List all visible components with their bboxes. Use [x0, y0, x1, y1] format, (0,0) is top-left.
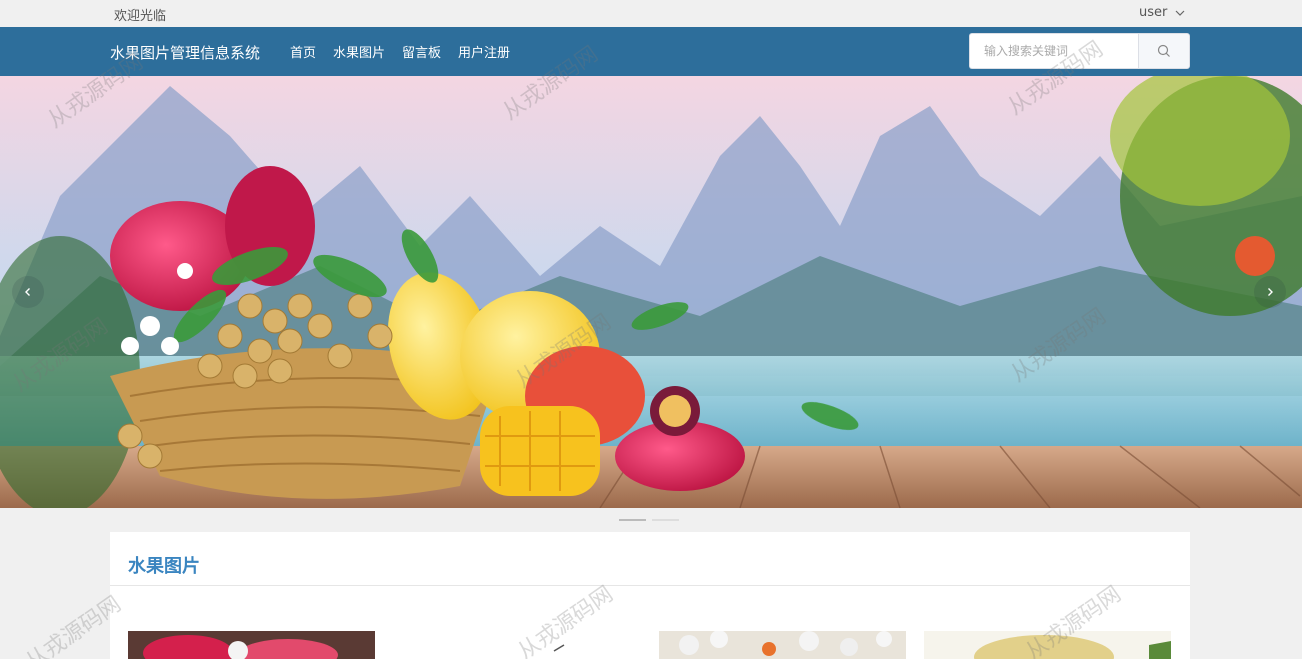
fruit-basket-banner-image: [0, 76, 1302, 508]
section-title: 水果图片: [128, 556, 200, 577]
fruit-image: [394, 631, 641, 659]
carousel-indicators: [619, 519, 679, 521]
nav-message-board[interactable]: 留言板: [402, 42, 441, 61]
nav-register[interactable]: 用户注册: [458, 42, 510, 61]
user-menu[interactable]: user: [1139, 5, 1187, 20]
main-navbar: 水果图片管理信息系统 首页 水果图片 留言板 用户注册: [0, 27, 1302, 76]
chevron-left-icon: [25, 288, 30, 296]
dragon-fruit-image: [128, 631, 375, 659]
fruit-images-section: 水果图片: [110, 532, 1190, 659]
longan-fruit-image: [659, 631, 906, 659]
chevron-right-icon: [1268, 288, 1273, 296]
pear-fruit-image: [924, 631, 1171, 659]
fruit-thumbnail[interactable]: [394, 631, 641, 659]
banner-carousel[interactable]: [0, 76, 1302, 508]
welcome-text: 欢迎光临: [114, 9, 167, 24]
fruit-thumbnail[interactable]: [659, 631, 906, 659]
fruit-thumbnail[interactable]: [924, 631, 1171, 659]
carousel-indicator-2[interactable]: [652, 519, 679, 521]
carousel-prev-button[interactable]: [12, 276, 44, 308]
search-button[interactable]: [1138, 33, 1190, 69]
carousel-indicator-1[interactable]: [619, 519, 646, 521]
carousel-next-button[interactable]: [1254, 276, 1286, 308]
section-divider: [110, 585, 1190, 586]
search-input[interactable]: [969, 33, 1138, 69]
nav-home[interactable]: 首页: [290, 42, 316, 61]
search-box: [969, 33, 1190, 69]
search-icon: [1157, 44, 1170, 57]
top-bar: 欢迎光临 user: [0, 0, 1302, 27]
user-name: user: [1139, 5, 1168, 20]
chevron-down-icon: [1175, 10, 1185, 16]
site-brand[interactable]: 水果图片管理信息系统: [110, 42, 260, 63]
fruit-thumbnail[interactable]: [128, 631, 375, 659]
nav-fruit-images[interactable]: 水果图片: [333, 42, 385, 61]
nav-links: 首页 水果图片 留言板 用户注册: [290, 42, 510, 61]
